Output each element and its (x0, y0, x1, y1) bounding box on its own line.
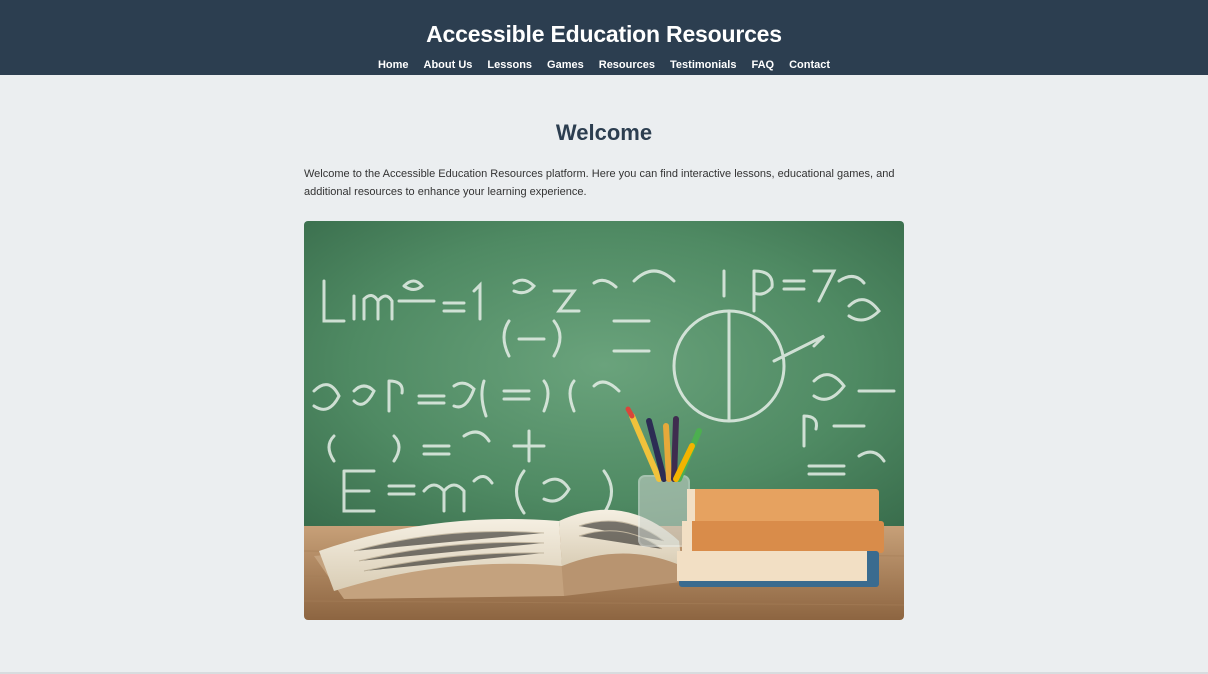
main-nav: Home About Us Lessons Games Resources Te… (0, 58, 1208, 72)
site-title: Accessible Education Resources (426, 21, 782, 47)
intro-text: Welcome to the Accessible Education Reso… (304, 168, 895, 198)
nav-contact[interactable]: Contact (789, 58, 830, 72)
nav-resources[interactable]: Resources (599, 58, 655, 72)
nav-testimonials[interactable]: Testimonials (670, 58, 736, 72)
main-content: Welcome Welcome to the Accessible Educat… (304, 75, 904, 620)
hero-image (304, 221, 904, 620)
nav-lessons[interactable]: Lessons (487, 58, 532, 72)
nav-home[interactable]: Home (378, 58, 409, 72)
site-header: Accessible Education Resources Home Abou… (0, 0, 1208, 75)
nav-about-us[interactable]: About Us (424, 58, 473, 72)
nav-faq[interactable]: FAQ (751, 58, 774, 72)
book-stack (677, 489, 884, 587)
nav-games[interactable]: Games (547, 58, 584, 72)
page-title: Welcome (555, 120, 653, 145)
